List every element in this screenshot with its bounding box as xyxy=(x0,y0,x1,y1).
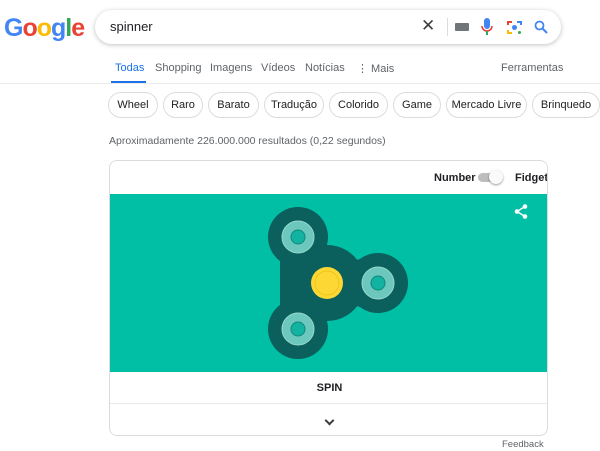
chip-wheel[interactable]: Wheel xyxy=(108,92,158,118)
tab-noticias[interactable]: Notícias xyxy=(305,62,345,74)
spinner-canvas[interactable] xyxy=(110,194,547,372)
lens-icon[interactable] xyxy=(507,20,522,35)
toggle-knob[interactable] xyxy=(489,170,503,184)
chip-mercado-livre[interactable]: Mercado Livre xyxy=(446,92,527,118)
tab-shopping[interactable]: Shopping xyxy=(155,62,202,74)
chevron-down-icon xyxy=(324,415,335,426)
close-icon[interactable]: ✕ xyxy=(421,16,435,36)
search-icon[interactable] xyxy=(534,20,548,34)
chip-brinquedo[interactable]: Brinquedo xyxy=(532,92,600,118)
mode-toggle-row: Number Fidget xyxy=(110,161,547,194)
logo-letter: e xyxy=(71,14,85,42)
chip-colorido[interactable]: Colorido xyxy=(329,92,388,118)
mic-icon[interactable] xyxy=(481,18,493,36)
google-logo[interactable]: Google xyxy=(4,14,85,43)
tab-mais[interactable]: ⋮ Mais xyxy=(357,62,394,75)
expand-button[interactable] xyxy=(110,404,547,435)
logo-letter: o xyxy=(22,14,37,42)
chip-raro[interactable]: Raro xyxy=(163,92,203,118)
chip-traducao[interactable]: Tradução xyxy=(264,92,324,118)
fidget-spinner[interactable] xyxy=(260,194,410,372)
search-box[interactable]: spinner ✕ xyxy=(95,10,561,44)
tab-todas[interactable]: Todas xyxy=(115,62,144,74)
spinner-widget: Number Fidget SPIN xyxy=(109,160,548,436)
spin-button[interactable]: SPIN xyxy=(110,372,547,404)
mode-number-label: Number xyxy=(434,172,476,184)
feedback-link[interactable]: Feedback xyxy=(502,439,544,450)
share-icon[interactable] xyxy=(514,204,528,219)
logo-letter: g xyxy=(51,14,66,42)
tab-imagens[interactable]: Imagens xyxy=(210,62,252,74)
result-stats: Aproximadamente 226.000.000 resultados (… xyxy=(109,135,386,147)
logo-letter: o xyxy=(36,14,52,42)
divider xyxy=(447,18,448,36)
mode-fidget-label: Fidget xyxy=(515,172,548,184)
logo-letter: G xyxy=(4,14,23,42)
divider xyxy=(0,83,600,84)
tools-button[interactable]: Ferramentas xyxy=(501,62,563,74)
keyboard-icon[interactable] xyxy=(455,23,469,31)
tab-videos[interactable]: Vídeos xyxy=(261,62,295,74)
chip-game[interactable]: Game xyxy=(393,92,441,118)
chip-barato[interactable]: Barato xyxy=(208,92,259,118)
search-input[interactable]: spinner xyxy=(110,19,153,34)
